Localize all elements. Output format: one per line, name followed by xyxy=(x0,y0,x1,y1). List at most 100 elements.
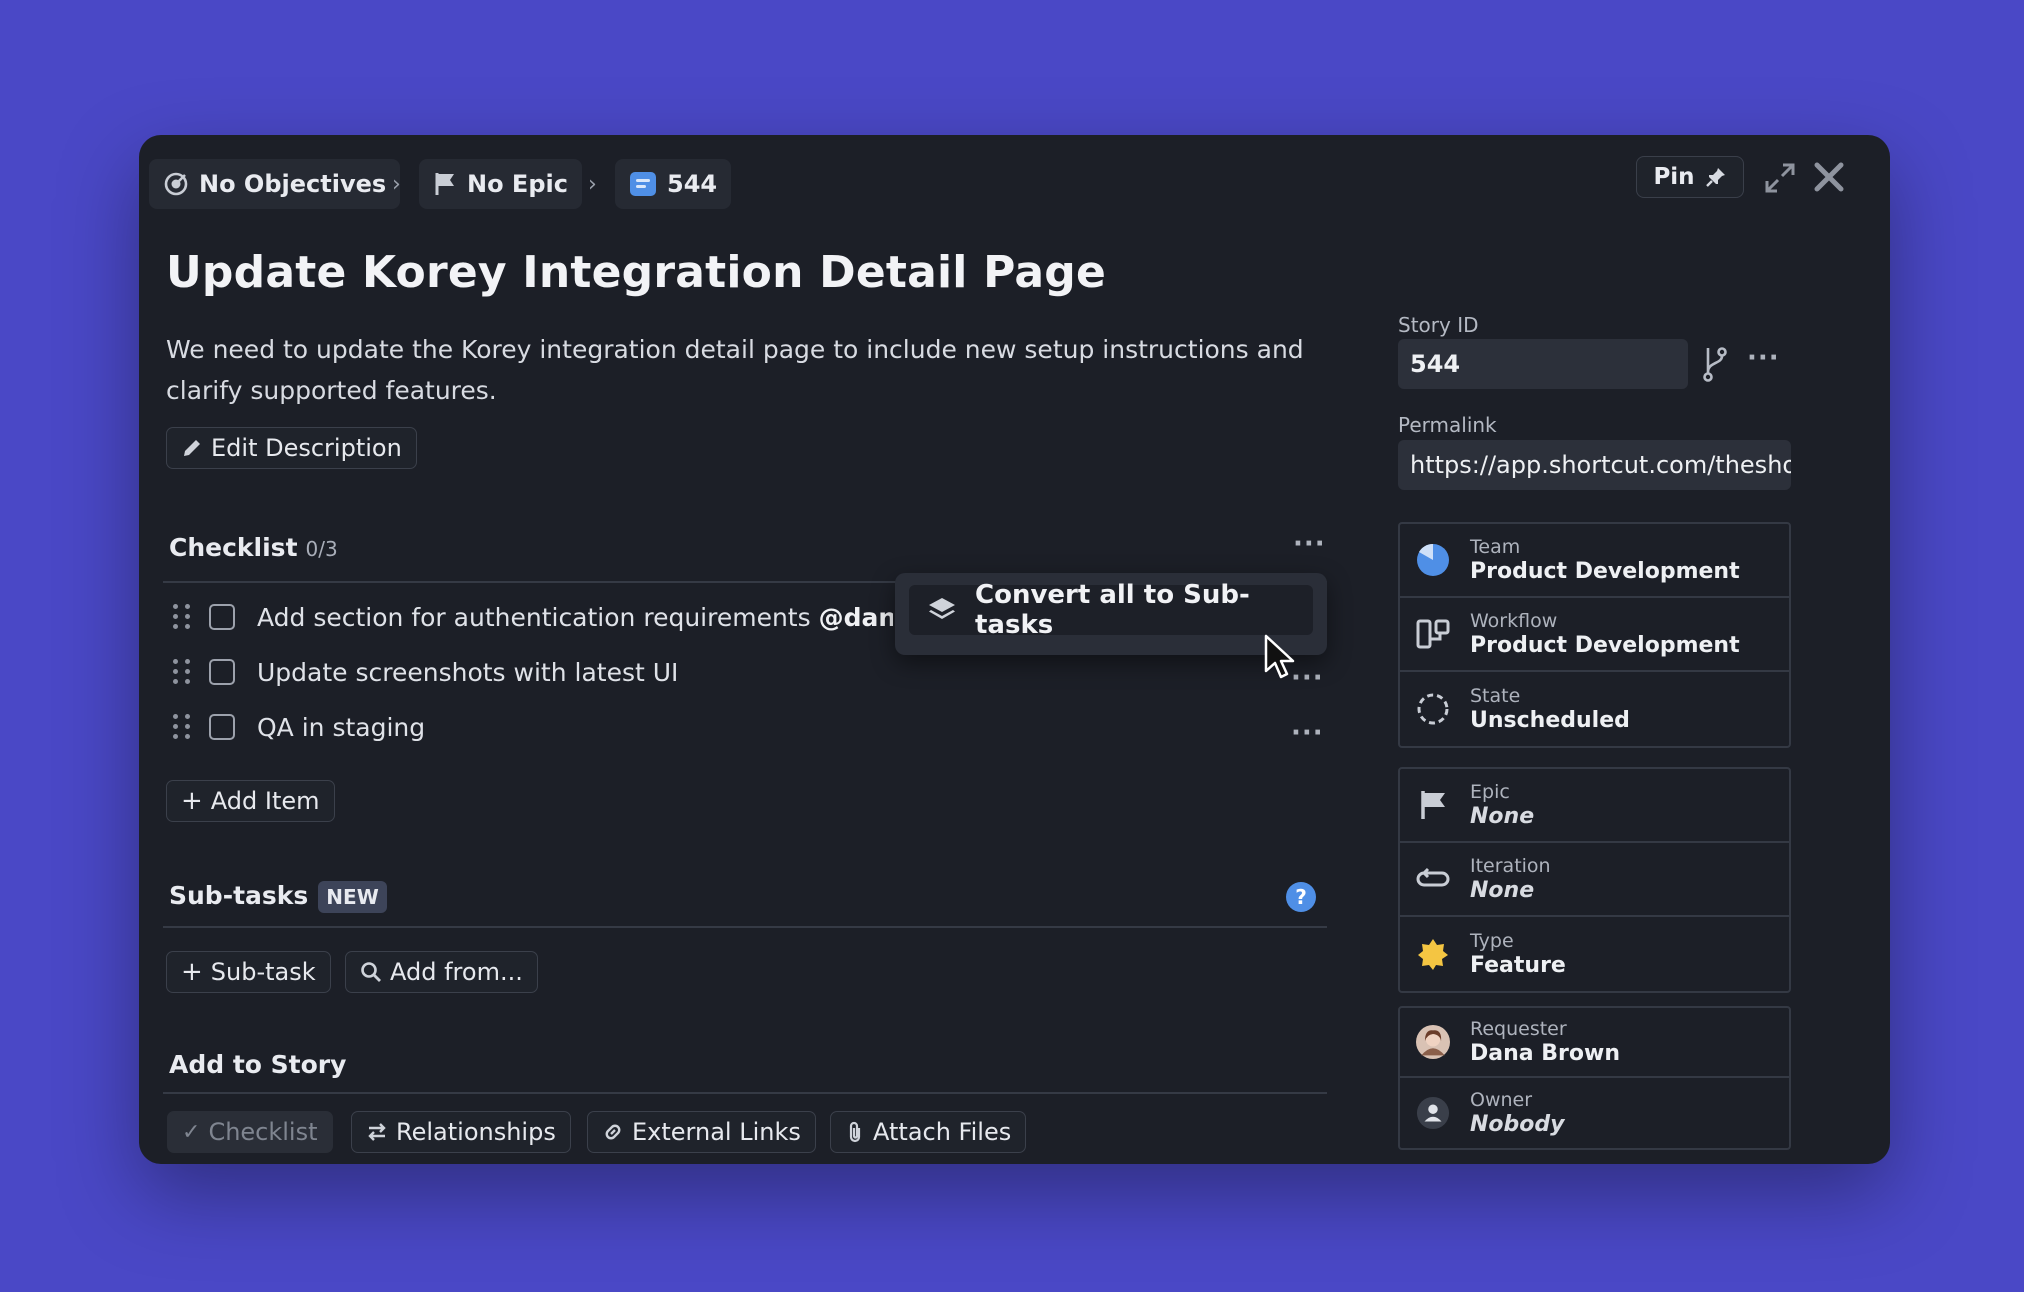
checklist-checkbox[interactable] xyxy=(209,604,235,630)
story-id-label: Story ID xyxy=(1398,313,1479,337)
story-id-more-icon[interactable]: ··· xyxy=(1747,343,1780,373)
convert-all-to-subtasks-menu-item[interactable]: Convert all to Sub-tasks xyxy=(909,580,1313,640)
add-checklist-label: Checklist xyxy=(208,1118,318,1146)
story-dialog: No Objectives › No Epic › 544 Pin Update… xyxy=(139,135,1890,1164)
drag-handle-icon[interactable] xyxy=(173,604,191,630)
drag-handle-icon[interactable] xyxy=(173,659,191,685)
team-workflow-state-group: Team Product Development Workflow Product … xyxy=(1398,522,1791,748)
checklist-heading-label: Checklist xyxy=(169,533,298,562)
requester-avatar xyxy=(1416,1025,1450,1059)
convert-all-label: Convert all to Sub-tasks xyxy=(975,580,1250,640)
team-value: Product Development xyxy=(1470,559,1740,584)
checklist-checkbox[interactable] xyxy=(209,659,235,685)
requester-owner-group: Requester Dana Brown Owner Nobody xyxy=(1398,1006,1791,1150)
team-icon xyxy=(1416,543,1450,577)
expand-icon[interactable] xyxy=(1763,161,1797,195)
breadcrumb-separator-icon: › xyxy=(588,172,597,197)
type-value: Feature xyxy=(1470,953,1566,978)
pin-icon xyxy=(1705,166,1727,188)
attach-files-button[interactable]: Attach Files xyxy=(830,1111,1027,1153)
pencil-icon xyxy=(181,437,203,459)
add-subtask-button[interactable]: + Sub-task xyxy=(166,951,331,993)
subtasks-heading: Sub-tasks NEW xyxy=(169,881,387,913)
relationships-button[interactable]: Relationships xyxy=(351,1111,571,1153)
add-item-label: Add Item xyxy=(210,787,320,815)
external-links-label: External Links xyxy=(632,1118,801,1146)
checklist-item-text[interactable]: Update screenshots with latest UI xyxy=(257,658,678,687)
checklist-count: 0/3 xyxy=(305,537,338,561)
edit-description-button[interactable]: Edit Description xyxy=(166,427,417,469)
relationships-label: Relationships xyxy=(396,1118,556,1146)
external-links-button[interactable]: External Links xyxy=(587,1111,816,1153)
add-to-story-divider xyxy=(163,1092,1327,1094)
workflow-field[interactable]: Workflow Product Development xyxy=(1400,598,1789,672)
permalink-field[interactable]: https://app.shortcut.com/theshortcut/sto… xyxy=(1398,440,1791,490)
checklist-item-more-icon[interactable]: ··· xyxy=(1291,718,1324,748)
checklist-item-text[interactable]: Add section for authentication requireme… xyxy=(257,603,893,632)
story-description: We need to update the Korey integration … xyxy=(166,335,1304,405)
story-id-field[interactable]: 544 xyxy=(1398,339,1688,389)
type-field[interactable]: Type Feature xyxy=(1400,917,1789,991)
add-checklist-button[interactable]: ✓ Checklist xyxy=(167,1111,333,1153)
mouse-cursor-icon xyxy=(1263,633,1297,681)
add-subtask-label: Sub-task xyxy=(210,958,316,986)
breadcrumb-objectives[interactable]: No Objectives xyxy=(149,159,401,209)
close-icon[interactable] xyxy=(1811,159,1847,195)
team-field[interactable]: Team Product Development xyxy=(1400,524,1789,598)
mention[interactable]: @dana.brown xyxy=(819,603,893,632)
epic-iteration-type-group: Epic None Iteration None Type Feature xyxy=(1398,767,1791,993)
owner-value: Nobody xyxy=(1470,1112,1565,1137)
requester-field[interactable]: Requester Dana Brown xyxy=(1400,1008,1789,1078)
help-icon[interactable]: ? xyxy=(1285,881,1317,913)
attach-files-label: Attach Files xyxy=(873,1118,1012,1146)
requester-label: Requester xyxy=(1470,1018,1567,1040)
search-icon xyxy=(360,961,382,983)
epic-field[interactable]: Epic None xyxy=(1400,769,1789,843)
svg-text:?: ? xyxy=(1295,885,1307,909)
team-label: Team xyxy=(1470,536,1521,558)
layers-icon xyxy=(927,595,957,625)
owner-field[interactable]: Owner Nobody xyxy=(1400,1078,1789,1148)
checklist-item[interactable]: Update screenshots with latest UI xyxy=(173,652,1323,692)
epic-label: Epic xyxy=(1470,781,1510,803)
check-icon: ✓ xyxy=(182,1119,201,1145)
owner-label: Owner xyxy=(1470,1089,1533,1111)
add-from-button[interactable]: Add from... xyxy=(345,951,538,993)
pin-button[interactable]: Pin xyxy=(1636,156,1744,198)
breadcrumb-story-label: 544 xyxy=(667,170,718,198)
breadcrumb-epic-label: No Epic xyxy=(467,170,568,198)
requester-value: Dana Brown xyxy=(1470,1041,1620,1066)
git-branch-icon[interactable] xyxy=(1701,346,1729,382)
workflow-label: Workflow xyxy=(1470,610,1558,632)
new-badge: NEW xyxy=(318,881,387,913)
breadcrumb-objectives-label: No Objectives xyxy=(199,170,387,198)
drag-handle-icon[interactable] xyxy=(173,714,191,740)
iteration-value: None xyxy=(1470,878,1535,903)
state-field[interactable]: State Unscheduled xyxy=(1400,672,1789,746)
checklist-item[interactable]: QA in staging xyxy=(173,707,1323,747)
breadcrumb-story[interactable]: 544 xyxy=(615,159,732,209)
pin-button-label: Pin xyxy=(1653,164,1695,190)
state-label: State xyxy=(1470,685,1521,707)
objectives-icon xyxy=(163,171,189,197)
checklist-more-icon[interactable]: ··· xyxy=(1293,529,1326,559)
story-icon xyxy=(629,171,657,197)
type-label: Type xyxy=(1470,930,1514,952)
plus-icon: + xyxy=(181,786,203,816)
workflow-icon xyxy=(1416,617,1450,651)
flag-icon xyxy=(1416,788,1450,822)
link-icon xyxy=(602,1121,624,1143)
checklist-item-text[interactable]: QA in staging xyxy=(257,713,425,742)
iteration-field[interactable]: Iteration None xyxy=(1400,843,1789,917)
unscheduled-state-icon xyxy=(1416,692,1450,726)
breadcrumb-separator-icon: › xyxy=(392,172,401,197)
plus-icon: + xyxy=(181,957,203,987)
add-item-button[interactable]: + Add Item xyxy=(166,780,335,822)
story-title[interactable]: Update Korey Integration Detail Page xyxy=(166,247,1106,298)
owner-avatar-icon xyxy=(1416,1096,1450,1130)
relationships-icon xyxy=(366,1121,388,1143)
checklist-checkbox[interactable] xyxy=(209,714,235,740)
state-value: Unscheduled xyxy=(1470,708,1630,733)
permalink-label: Permalink xyxy=(1398,413,1497,437)
breadcrumb-epic[interactable]: No Epic xyxy=(419,159,582,209)
